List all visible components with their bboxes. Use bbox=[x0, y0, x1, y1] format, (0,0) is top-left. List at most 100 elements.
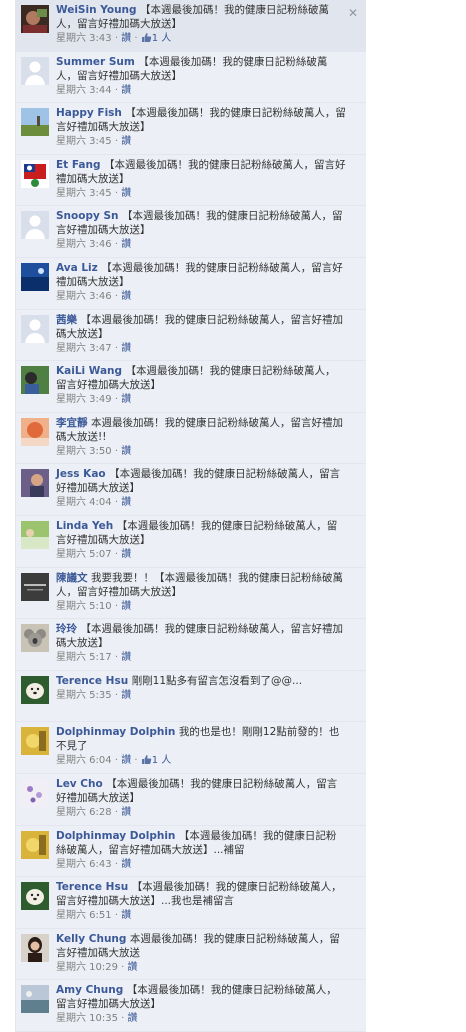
comment-meta: 星期六 3:49 · 讚 bbox=[56, 394, 132, 406]
comment-timestamp[interactable]: 星期六 10:35 bbox=[56, 1013, 118, 1024]
comment-author[interactable]: KaiLi Wang bbox=[56, 365, 122, 377]
comment-author[interactable]: Terence Hsu bbox=[56, 675, 128, 687]
comment-text: 【本週最後加碼！我的健康日記粉絲破萬人，留言好禮加碼大放送】 bbox=[56, 623, 343, 650]
avatar[interactable] bbox=[21, 5, 49, 33]
comment-timestamp[interactable]: 星期六 3:46 bbox=[56, 239, 112, 250]
like-link[interactable]: 讚 bbox=[121, 497, 131, 508]
like-link[interactable]: 讚 bbox=[121, 859, 131, 870]
comment-author[interactable]: 陳議文 bbox=[56, 572, 88, 584]
comment-item: Lev Cho 【本週最後加碼！我的健康日記粉絲破萬人，留言好禮加碼大放送】 星期… bbox=[16, 773, 366, 826]
comment-author[interactable]: Amy Chung bbox=[56, 984, 123, 996]
comment-author[interactable]: WeiSin Young bbox=[56, 4, 137, 16]
comment-text: 我要我要！！【本週最後加碼！我的健康日記粉絲破萬人，留言好禮加碼大放送】 bbox=[56, 571, 343, 598]
comment-author[interactable]: Jess Kao bbox=[56, 468, 106, 480]
like-count[interactable]: 1 人 bbox=[141, 33, 171, 44]
like-link[interactable]: 讚 bbox=[121, 136, 131, 147]
comment-timestamp[interactable]: 星期六 3:45 bbox=[56, 136, 112, 147]
comment-item: 茜樂 【本週最後加碼！我的健康日記粉絲破萬人，留言好禮加碼大放送】 星期六 3:4… bbox=[16, 309, 366, 362]
comment-author[interactable]: Et Fang bbox=[56, 159, 100, 171]
comment-timestamp[interactable]: 星期六 6:43 bbox=[56, 859, 112, 870]
comment-author[interactable]: Dolphinmay Dolphin bbox=[56, 830, 175, 842]
like-count[interactable]: 1 人 bbox=[141, 755, 172, 767]
comment-timestamp[interactable]: 星期六 3:45 bbox=[56, 188, 112, 199]
like-link[interactable]: 讚 bbox=[121, 446, 131, 457]
comment-item: Jess Kao 【本週最後加碼！我的健康日記粉絲破萬人，留言好禮加碼大放送】星… bbox=[16, 464, 366, 516]
like-link[interactable]: 讚 bbox=[121, 652, 131, 663]
comment-timestamp[interactable]: 星期六 3:44 bbox=[56, 85, 112, 96]
avatar[interactable] bbox=[21, 778, 49, 807]
comment-timestamp[interactable]: 星期六 3:47 bbox=[56, 343, 112, 354]
avatar[interactable] bbox=[21, 108, 49, 137]
comment-author[interactable]: Terence Hsu bbox=[56, 881, 128, 893]
comment-timestamp[interactable]: 星期六 3:46 bbox=[56, 291, 112, 302]
comment-author[interactable]: 玲玲 bbox=[56, 623, 77, 635]
avatar[interactable] bbox=[21, 882, 49, 911]
comment-timestamp[interactable]: 星期六 4:04 bbox=[56, 497, 112, 508]
comment-timestamp[interactable]: 星期六 3:50 bbox=[56, 446, 112, 457]
like-link[interactable]: 讚 bbox=[121, 690, 131, 701]
comment-timestamp[interactable]: 星期六 3:43 bbox=[56, 33, 112, 44]
comment-timestamp[interactable]: 星期六 10:29 bbox=[56, 962, 118, 973]
comment-author[interactable]: Happy Fish bbox=[56, 107, 122, 119]
comment-timestamp[interactable]: 星期六 6:51 bbox=[56, 910, 112, 921]
like-link[interactable]: 讚 bbox=[121, 755, 131, 766]
comment-meta: 星期六 10:35 · 讚 bbox=[56, 1013, 138, 1025]
comment-timestamp[interactable]: 星期六 5:07 bbox=[56, 549, 112, 560]
like-link[interactable]: 讚 bbox=[121, 807, 131, 818]
comment-timestamp[interactable]: 星期六 3:49 bbox=[56, 394, 112, 405]
comment-item: Terence Hsu 剛剛11點多有留言怎沒看到了@@... 星期六 5:35 … bbox=[16, 670, 366, 723]
avatar[interactable] bbox=[21, 572, 49, 601]
avatar[interactable] bbox=[21, 469, 49, 498]
like-link[interactable]: 讚 bbox=[121, 291, 131, 302]
avatar[interactable] bbox=[21, 262, 49, 291]
like-link[interactable]: 讚 bbox=[121, 601, 131, 612]
like-link[interactable]: 讚 bbox=[121, 188, 131, 199]
avatar[interactable] bbox=[21, 624, 49, 653]
avatar[interactable] bbox=[21, 314, 49, 343]
avatar[interactable] bbox=[21, 366, 49, 395]
comment-author[interactable]: Snoopy Sn bbox=[56, 210, 119, 222]
comment-author[interactable]: Summer Sum bbox=[56, 56, 135, 68]
like-link[interactable]: 讚 bbox=[128, 1013, 138, 1024]
avatar[interactable] bbox=[21, 211, 49, 240]
comment-timestamp[interactable]: 星期六 6:28 bbox=[56, 807, 112, 818]
avatar[interactable] bbox=[21, 675, 49, 704]
like-link[interactable]: 讚 bbox=[121, 343, 131, 354]
comment-author[interactable]: Lev Cho bbox=[56, 778, 103, 790]
thumbs-up-icon bbox=[141, 32, 152, 48]
like-link[interactable]: 讚 bbox=[121, 549, 131, 560]
comment-timestamp[interactable]: 星期六 5:17 bbox=[56, 652, 112, 663]
like-link[interactable]: 讚 bbox=[121, 85, 131, 96]
comment-author[interactable]: Linda Yeh bbox=[56, 520, 113, 532]
avatar[interactable] bbox=[21, 56, 49, 85]
comment-item: 陳議文 我要我要！！【本週最後加碼！我的健康日記粉絲破萬人，留言好禮加碼大放送】… bbox=[16, 567, 366, 620]
avatar[interactable] bbox=[21, 727, 49, 756]
comment-item: Dolphinmay Dolphin 【本週最後加碼！我的健康日記粉絲破萬人，留… bbox=[16, 825, 366, 878]
like-link[interactable]: 讚 bbox=[121, 394, 131, 405]
comment-author[interactable]: Ava Liz bbox=[56, 262, 98, 274]
avatar[interactable] bbox=[21, 520, 49, 549]
close-icon[interactable]: ✕ bbox=[348, 6, 358, 20]
comment-timestamp[interactable]: 星期六 5:35 bbox=[56, 690, 112, 701]
avatar[interactable] bbox=[21, 985, 49, 1014]
like-count-text: 1 人 bbox=[151, 755, 172, 767]
comment-author[interactable]: 茜樂 bbox=[56, 314, 77, 326]
like-link[interactable]: 讚 bbox=[128, 962, 138, 973]
comment-meta: 星期六 3:47 · 讚 bbox=[56, 342, 132, 354]
comment-timestamp[interactable]: 星期六 5:10 bbox=[56, 601, 112, 612]
comment-author[interactable]: 李宜靜 bbox=[56, 417, 88, 429]
avatar[interactable] bbox=[21, 417, 49, 446]
comment-item: Kelly Chung 本週最後加碼！我的健康日記粉絲破萬人，留言好禮加碼大放送… bbox=[16, 928, 366, 981]
comment-timestamp[interactable]: 星期六 6:04 bbox=[56, 755, 112, 766]
comment-text: 【本週最後加碼！我的健康日記粉絲破萬人，留言好禮加碼大放送】 bbox=[56, 261, 343, 288]
avatar[interactable] bbox=[21, 159, 49, 188]
comment-item: Happy Fish 【本週最後加碼！我的健康日記粉絲破萬人，留言好禮加碼大放送… bbox=[16, 103, 366, 155]
avatar[interactable] bbox=[21, 933, 49, 962]
avatar[interactable] bbox=[21, 830, 49, 859]
like-link[interactable]: 讚 bbox=[121, 239, 131, 250]
like-link[interactable]: 讚 bbox=[121, 33, 131, 44]
like-link[interactable]: 讚 bbox=[121, 910, 131, 921]
comment-author[interactable]: Kelly Chung bbox=[56, 933, 126, 945]
comment-author[interactable]: Dolphinmay Dolphin bbox=[56, 726, 175, 738]
comment-meta: 星期六 6:51 · 讚 bbox=[56, 910, 132, 922]
